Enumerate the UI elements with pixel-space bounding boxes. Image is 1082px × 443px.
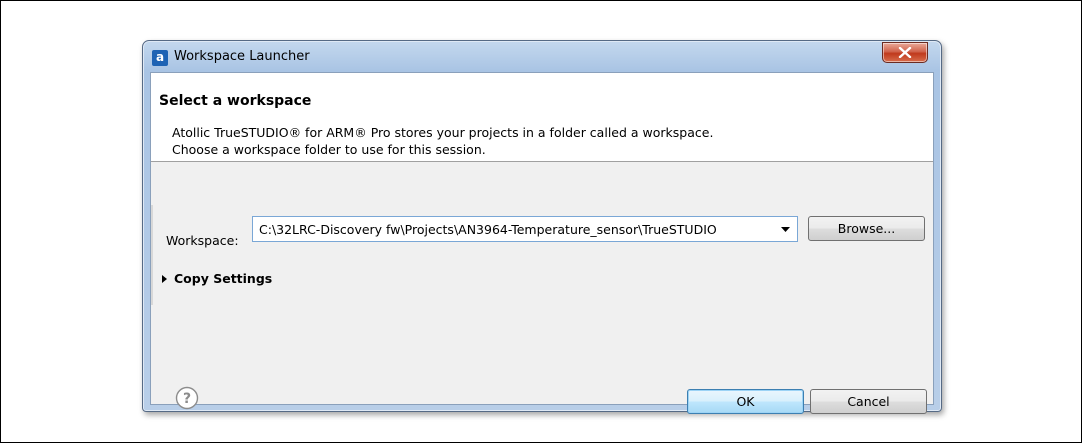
browse-button[interactable]: Browse... bbox=[808, 216, 925, 241]
close-icon bbox=[898, 47, 912, 58]
close-button[interactable] bbox=[882, 42, 928, 63]
chevron-down-icon bbox=[781, 227, 790, 232]
header-description: Atollic TrueSTUDIO® for ARM® Pro stores … bbox=[172, 124, 713, 158]
description-line-2: Choose a workspace folder to use for thi… bbox=[172, 142, 486, 157]
header-title: Select a workspace bbox=[159, 93, 312, 109]
grip-dots-icon bbox=[151, 205, 153, 305]
workspace-label: Workspace: bbox=[166, 233, 239, 248]
copy-settings-label: Copy Settings bbox=[174, 271, 273, 286]
workspace-combobox[interactable] bbox=[252, 216, 798, 242]
help-button[interactable]: ? bbox=[175, 386, 199, 410]
triangle-right-icon bbox=[162, 275, 167, 283]
workspace-path-input[interactable] bbox=[253, 217, 773, 241]
workspace-dropdown-button[interactable] bbox=[775, 218, 795, 240]
window-title: Workspace Launcher bbox=[174, 49, 310, 64]
title-bar[interactable]: a Workspace Launcher bbox=[143, 41, 941, 73]
atollic-app-icon: a bbox=[152, 50, 168, 66]
dialog-content: Select a workspace Atollic TrueSTUDIO® f… bbox=[150, 72, 934, 414]
cancel-button[interactable]: Cancel bbox=[810, 389, 927, 414]
workspace-launcher-dialog: a Workspace Launcher Select a workspace … bbox=[142, 40, 942, 414]
description-line-1: Atollic TrueSTUDIO® for ARM® Pro stores … bbox=[172, 125, 714, 140]
ok-button[interactable]: OK bbox=[687, 389, 804, 414]
dialog-header: Select a workspace Atollic TrueSTUDIO® f… bbox=[151, 73, 933, 162]
svg-text:?: ? bbox=[183, 391, 191, 407]
resize-grip bbox=[151, 205, 154, 305]
help-icon: ? bbox=[175, 386, 199, 410]
